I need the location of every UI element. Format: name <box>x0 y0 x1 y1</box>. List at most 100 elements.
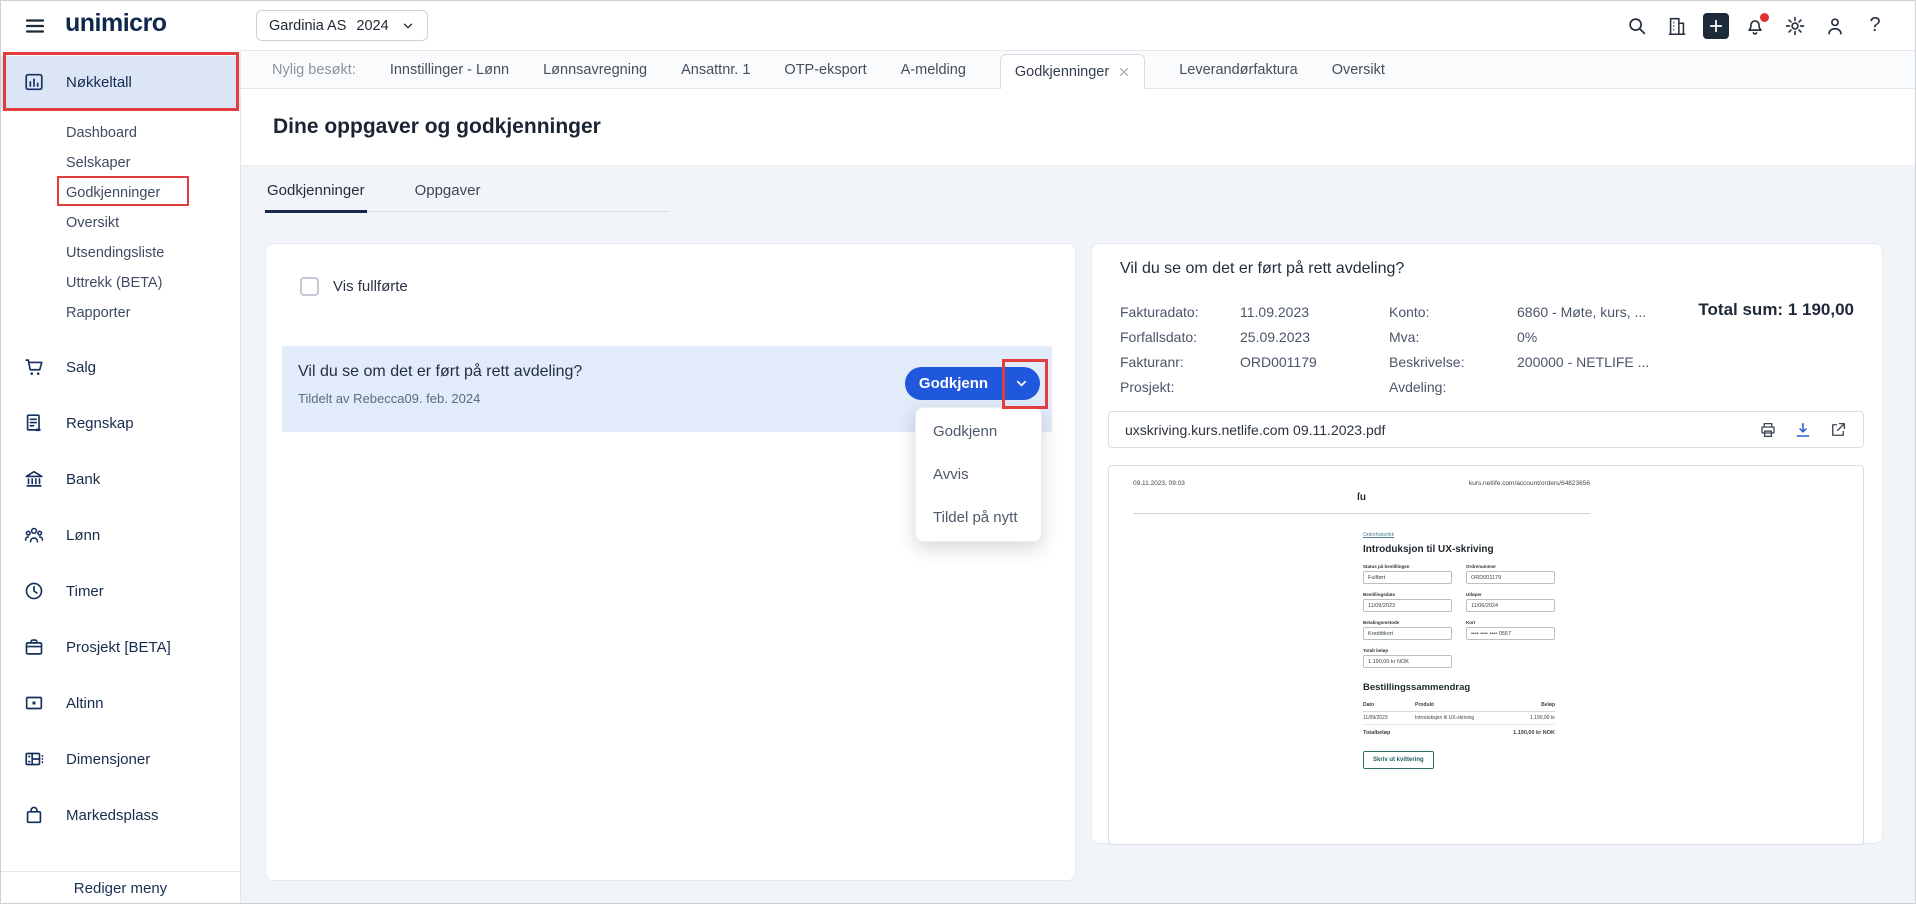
menu-item-godkjenn[interactable]: Godkjenn <box>916 410 1041 453</box>
pdf-field-value: •••• •••• •••• 0557 <box>1466 627 1555 640</box>
shopping-bag-icon <box>23 804 45 826</box>
menu-item-tildel-pa-nytt[interactable]: Tildel på nytt <box>916 496 1041 539</box>
active-tab-label: Godkjenninger <box>1014 64 1110 80</box>
sidebar-item-utsendingsliste[interactable]: Utsendingsliste <box>1 238 240 268</box>
dimensions-icon <box>23 748 45 770</box>
open-external-icon[interactable] <box>1829 421 1847 439</box>
sidebar-item-lonn[interactable]: Lønn <box>1 507 240 563</box>
pdf-header-rule <box>1133 513 1590 514</box>
show-completed-row[interactable]: Vis fullførte <box>300 277 408 296</box>
company-switcher-icon[interactable] <box>1663 12 1691 40</box>
sidebar-item-label: Bank <box>66 470 101 488</box>
help-icon[interactable]: ? <box>1861 12 1889 40</box>
print-icon[interactable] <box>1759 421 1777 439</box>
settings-gear-icon[interactable] <box>1781 12 1809 40</box>
sidebar-item-regnskap[interactable]: Regnskap <box>1 395 240 451</box>
recent-tabs-strip: Nylig besøkt: Innstillinger - Lønn Lønns… <box>241 50 1915 89</box>
hamburger-menu-icon[interactable] <box>23 14 47 38</box>
ledger-document-icon <box>23 412 45 434</box>
total-label: Totalbeløp <box>1363 730 1391 736</box>
company-name: Gardinia AS <box>269 17 347 34</box>
recent-tab-godkjenninger-active[interactable]: Godkjenninger <box>999 54 1146 89</box>
download-icon[interactable] <box>1794 421 1812 439</box>
sidebar-item-label: Nøkkeltall <box>66 73 132 91</box>
task-title: Vil du se om det er ført på rett avdelin… <box>298 363 583 380</box>
company-selector[interactable]: Gardinia AS 2024 <box>256 10 428 41</box>
total-value: 1.190,00 kr NOK <box>1513 730 1555 736</box>
pdf-field: Ordrenummer ORD001179 <box>1466 564 1555 584</box>
approve-button[interactable]: Godkjenn <box>905 367 1002 400</box>
pdf-print-date: 09.11.2023, 09:03 <box>1133 480 1185 487</box>
pdf-field-value: Fullført <box>1363 571 1452 584</box>
sidebar-item-rapporter[interactable]: Rapporter <box>1 298 240 328</box>
notifications-bell-icon[interactable] <box>1741 12 1769 40</box>
sidebar-item-label: Dimensjoner <box>66 750 151 768</box>
tab-godkjenninger[interactable]: Godkjenninger <box>265 182 367 213</box>
sidebar-item-oversikt[interactable]: Oversikt <box>1 208 240 238</box>
pdf-field: Utløper 11/06/2024 <box>1466 592 1555 612</box>
invoice-field-row: Fakturadato: 11.09.2023 Konto: 6860 - Mø… <box>1120 299 1757 324</box>
sidebar-item-label: Prosjekt [BETA] <box>66 638 171 656</box>
sidebar-item-salg[interactable]: Salg <box>1 339 240 395</box>
order-history-link: Ordrehistorikk <box>1363 532 1395 538</box>
sidebar-item-prosjekt-beta[interactable]: Prosjekt [BETA] <box>1 619 240 675</box>
bank-icon <box>23 468 45 490</box>
pdf-toolbar: uxskriving.kurs.netlife.com 09.11.2023.p… <box>1108 411 1864 448</box>
pdf-field-label: Betalingsmetode <box>1363 620 1400 625</box>
sidebar-item-dashboard[interactable]: Dashboard <box>1 118 240 148</box>
sidebar-item-godkjenninger[interactable]: Godkjenninger <box>1 178 240 208</box>
field-label: Fakturadato: <box>1120 303 1199 320</box>
page-title: Dine oppgaver og godkjenninger <box>273 115 601 138</box>
recent-tab-otp-eksport[interactable]: OTP-eksport <box>784 62 866 78</box>
field-value: 0% <box>1517 328 1538 345</box>
pdf-field: Status på bestillingen Fullført <box>1363 564 1452 584</box>
sidebar-item-label: Lønn <box>66 526 101 544</box>
cell-product: Introduksjon til UX-skriving <box>1415 711 1497 725</box>
recent-tab-innstillinger-lonn[interactable]: Innstillinger - Lønn <box>390 62 509 78</box>
sidebar-item-bank[interactable]: Bank <box>1 451 240 507</box>
recent-tab-ansattnr-1[interactable]: Ansattnr. 1 <box>681 62 750 78</box>
page-tabs: Godkjenninger Oppgaver <box>265 182 668 213</box>
pdf-filename: uxskriving.kurs.netlife.com 09.11.2023.p… <box>1125 421 1386 438</box>
recently-visited-label: Nylig besøkt: <box>272 61 356 78</box>
recent-tab-leverandorfaktura[interactable]: Leverandørfaktura <box>1179 62 1297 78</box>
sidebar-item-altinn[interactable]: Altinn <box>1 675 240 731</box>
search-icon[interactable] <box>1623 12 1651 40</box>
sidebar-sub-items: Dashboard Selskaper Godkjenninger Oversi… <box>1 118 240 328</box>
quick-add-icon[interactable] <box>1703 12 1729 39</box>
col-product: Produkt <box>1415 699 1497 712</box>
app-window: unimicro Gardinia AS 2024 ? Nøkkeltall D… <box>0 0 1916 904</box>
sidebar-item-selskaper[interactable]: Selskaper <box>1 148 240 178</box>
task-assigned-info: Tildelt av Rebecca09. feb. 2024 <box>298 391 481 406</box>
pdf-print-url: kurs.netlife.com/account/orders/64823656 <box>1468 480 1590 487</box>
sidebar-item-markedsplass[interactable]: Markedsplass <box>1 787 240 843</box>
approve-dropdown-menu: Godkjenn Avvis Tildel på nytt <box>915 407 1042 542</box>
company-year: 2024 <box>356 17 389 34</box>
sidebar-item-nokkeltall[interactable]: Nøkkeltall <box>1 56 240 108</box>
chevron-down-icon <box>401 19 415 33</box>
recent-tab-oversikt[interactable]: Oversikt <box>1332 62 1385 78</box>
edit-menu-button[interactable]: Rediger meny <box>1 871 240 903</box>
pdf-field-value: ORD001179 <box>1466 571 1555 584</box>
col-date: Dato <box>1363 699 1415 712</box>
close-tab-icon[interactable] <box>1118 66 1130 78</box>
recent-tab-lonnsavregning[interactable]: Lønnsavregning <box>543 62 647 78</box>
sidebar-item-uttrekk-beta[interactable]: Uttrekk (BETA) <box>1 268 240 298</box>
pdf-field: Kort •••• •••• •••• 0557 <box>1466 620 1555 640</box>
field-value: 200000 - NETLIFE ... <box>1517 353 1650 370</box>
clock-icon <box>23 580 45 602</box>
top-bar: unimicro Gardinia AS 2024 ? <box>1 1 1915 50</box>
show-completed-checkbox[interactable] <box>300 277 319 296</box>
pdf-field-grid: Status på bestillingen Fullført Ordrenum… <box>1363 564 1555 668</box>
field-label: Mva: <box>1389 328 1420 345</box>
profile-icon[interactable] <box>1821 12 1849 40</box>
tab-oppgaver[interactable]: Oppgaver <box>413 182 483 211</box>
recent-tab-a-melding[interactable]: A-melding <box>901 62 966 78</box>
pdf-field-label: Kort <box>1466 620 1476 625</box>
sidebar-item-dimensjoner[interactable]: Dimensjoner <box>1 731 240 787</box>
cell-amount: 1.190,00 kr <box>1496 711 1555 725</box>
menu-item-avvis[interactable]: Avvis <box>916 453 1041 496</box>
sidebar-item-timer[interactable]: Timer <box>1 563 240 619</box>
pdf-field: Betalingsmetode Kredittkort <box>1363 620 1452 640</box>
approval-task-row[interactable]: Vil du se om det er ført på rett avdelin… <box>282 346 1052 542</box>
